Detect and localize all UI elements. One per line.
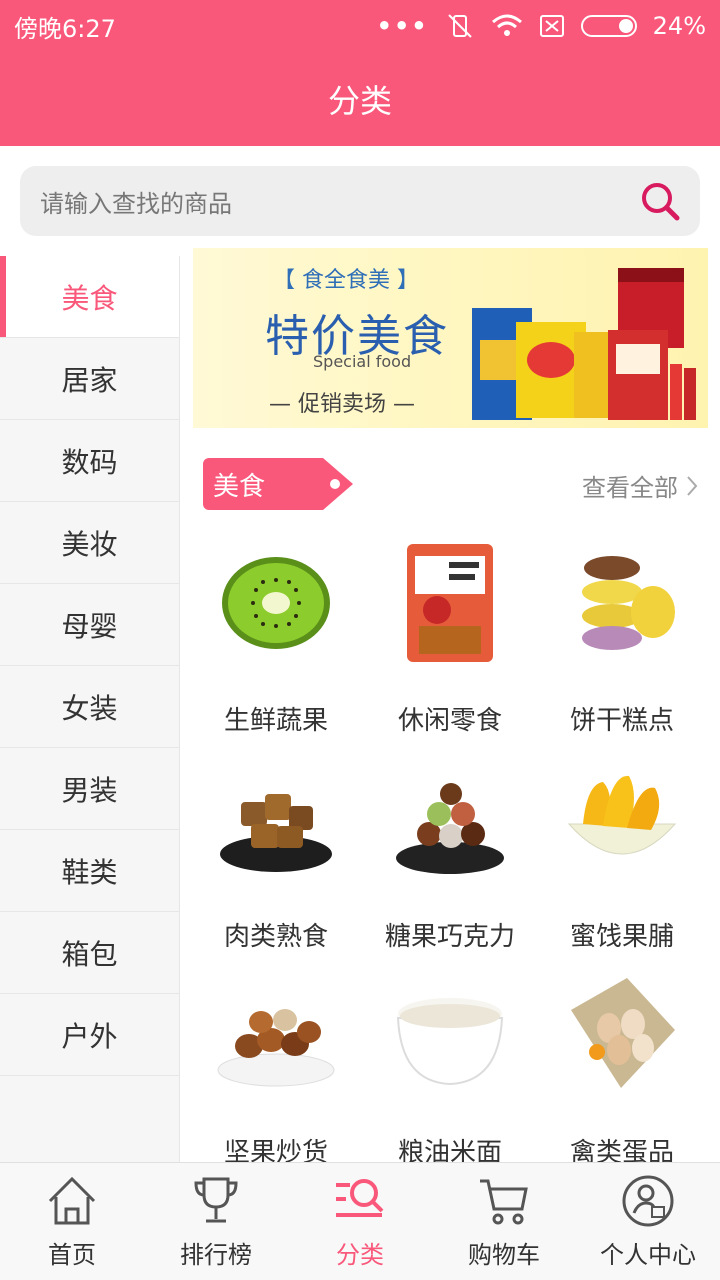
sidebar-item-label: 户外	[61, 1019, 118, 1053]
snack-bag-icon	[407, 544, 493, 662]
more-dots-icon: •••	[376, 12, 429, 40]
tab-label: 购物车	[468, 1241, 540, 1269]
category-content: 【 食全食美 】 特价美食 Special food — 促销卖场 — 美食 查…	[180, 248, 720, 1162]
sidebar-item-beauty[interactable]: 美妆	[0, 502, 179, 584]
meat-icon	[220, 794, 332, 872]
sidebar-item-label: 美食	[61, 281, 118, 315]
sidebar-item-label: 男装	[61, 773, 118, 807]
tab-category[interactable]: 分类	[288, 1163, 432, 1280]
cart-icon	[480, 1179, 528, 1225]
trophy-icon	[194, 1177, 238, 1223]
subcategory-label: 粮油米面	[397, 1138, 502, 1162]
tab-profile[interactable]: 个人中心	[576, 1163, 720, 1280]
wifi-icon	[491, 14, 522, 36]
subcategory-item[interactable]: 肉类熟食	[190, 754, 362, 970]
sidebar-item-food[interactable]: 美食	[0, 256, 179, 338]
sidebar-item-label: 母婴	[61, 609, 118, 643]
category-icon	[336, 1179, 384, 1217]
banner-promo: — 促销卖场 —	[269, 392, 415, 417]
chocolate-icon	[396, 783, 504, 874]
profile-icon	[622, 1175, 674, 1227]
eggs-icon	[571, 978, 675, 1088]
subcategory-label: 饼干糕点	[569, 706, 674, 736]
subcategory-item[interactable]: 生鲜蔬果	[190, 538, 362, 754]
sidebar-item-label: 居家	[61, 363, 118, 397]
sidebar-item-men[interactable]: 男装	[0, 748, 179, 830]
tab-home[interactable]: 首页	[0, 1163, 144, 1280]
tab-label: 个人中心	[600, 1241, 696, 1269]
page-header: 分类	[0, 52, 720, 146]
promo-banner[interactable]: 【 食全食美 】 特价美食 Special food — 促销卖场 —	[193, 248, 708, 428]
subcategory-item[interactable]: 蜜饯果脯	[536, 754, 708, 970]
section-title: 美食	[213, 471, 266, 502]
banner-tag: 【 食全食美 】	[273, 268, 419, 293]
subcategory-label: 禽类蛋品	[569, 1138, 674, 1162]
sidebar-item-label: 箱包	[61, 937, 118, 971]
subcategory-label: 坚果炒货	[223, 1138, 328, 1162]
search-input[interactable]: 请输入查找的商品	[40, 184, 232, 219]
kiwi-icon	[222, 557, 330, 649]
tab-label: 分类	[336, 1241, 384, 1269]
chevron-right-icon	[687, 475, 698, 496]
search-icon[interactable]	[638, 179, 682, 223]
nuts-icon	[217, 1009, 335, 1087]
subcategory-item[interactable]: 粮油米面	[364, 970, 536, 1162]
status-time: 傍晚6:27	[14, 14, 116, 43]
macaron-icon	[582, 556, 675, 650]
sidebar-item-outdoor[interactable]: 户外	[0, 994, 179, 1076]
search-bar[interactable]: 请输入查找的商品	[20, 166, 700, 236]
status-icons: ••• 24%	[377, 12, 706, 40]
subcategory-item[interactable]: 坚果炒货	[190, 970, 362, 1162]
rice-bowl-icon	[396, 998, 504, 1086]
sidebar-item-shoes[interactable]: 鞋类	[0, 830, 179, 912]
see-all-label: 查看全部	[582, 474, 678, 502]
subcategory-label: 休闲零食	[397, 706, 502, 736]
snack-products-image	[472, 268, 696, 420]
sidebar-item-label: 鞋类	[61, 855, 118, 889]
subcategory-label: 蜜饯果脯	[569, 922, 674, 952]
no-sim-icon	[539, 15, 564, 37]
subcategory-item[interactable]: 饼干糕点	[536, 538, 708, 754]
bottom-tab-bar: 首页 排行榜 分类 购物车 个人中心	[0, 1162, 720, 1280]
sidebar-item-label: 数码	[61, 445, 118, 479]
see-all-link[interactable]: 查看全部	[582, 468, 698, 503]
subcategory-label: 肉类熟食	[223, 922, 328, 952]
tab-cart[interactable]: 购物车	[432, 1163, 576, 1280]
sidebar-item-label: 女装	[61, 691, 118, 725]
tab-label: 排行榜	[180, 1241, 252, 1269]
page-title: 分类	[327, 82, 392, 120]
sidebar-item-baby[interactable]: 母婴	[0, 584, 179, 666]
section-tag: 美食	[203, 458, 353, 510]
status-bar: 傍晚6:27 ••• 24%	[0, 0, 720, 52]
banner-subtitle: Special food	[313, 352, 412, 371]
sidebar-item-women[interactable]: 女装	[0, 666, 179, 748]
subcategory-label: 糖果巧克力	[384, 922, 515, 952]
subcategory-item[interactable]: 禽类蛋品	[536, 970, 708, 1162]
subcategory-label: 生鲜蔬果	[223, 706, 328, 736]
tab-label: 首页	[48, 1241, 96, 1269]
category-sidebar: 美食 居家 数码 美妆 母婴 女装 男装 鞋类 箱包 户外	[0, 256, 180, 1162]
vibrate-muted-icon	[447, 14, 472, 38]
battery-icon	[580, 15, 637, 37]
battery-percent: 24%	[652, 12, 706, 40]
subcategory-item[interactable]: 糖果巧克力	[364, 754, 536, 970]
section-header: 美食 查看全部	[203, 456, 698, 510]
sidebar-item-digital[interactable]: 数码	[0, 420, 179, 502]
sidebar-item-bags[interactable]: 箱包	[0, 912, 179, 994]
home-icon	[48, 1176, 96, 1225]
subcategory-item[interactable]: 休闲零食	[364, 538, 536, 754]
dried-mango-icon	[567, 775, 677, 855]
sidebar-item-home[interactable]: 居家	[0, 338, 179, 420]
sidebar-item-label: 美妆	[61, 527, 118, 561]
tab-ranking[interactable]: 排行榜	[144, 1163, 288, 1280]
tag-hole-icon	[330, 479, 340, 489]
